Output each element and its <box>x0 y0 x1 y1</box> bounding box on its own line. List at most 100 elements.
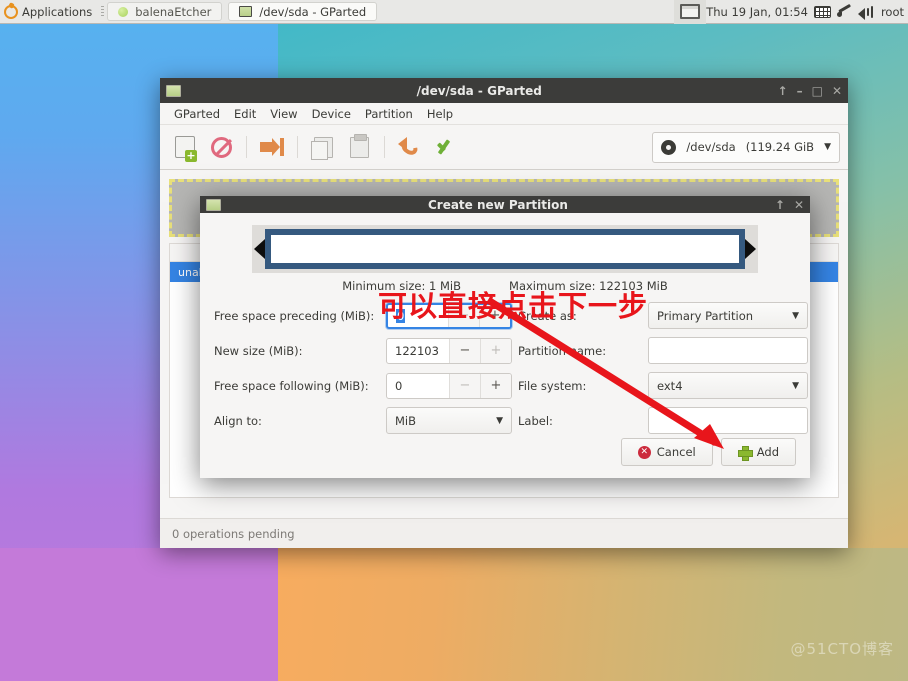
minimize-button[interactable]: – <box>797 85 803 97</box>
chevron-down-icon: ▼ <box>824 142 831 152</box>
applications-label: Applications <box>22 4 93 19</box>
taskbar-label: balenaEtcher <box>135 4 212 19</box>
align-to-label: Align to: <box>214 413 262 428</box>
show-desktop-button[interactable] <box>674 0 707 24</box>
window-icon <box>239 6 253 17</box>
new-partition-icon <box>175 136 197 162</box>
chevron-down-icon: ▼ <box>496 415 503 426</box>
menu-view[interactable]: View <box>264 105 303 123</box>
apply-icon <box>435 137 457 157</box>
dialog-actions: ✕ Cancel Add <box>200 438 810 478</box>
free-following-minus-button[interactable]: − <box>449 373 480 398</box>
partition-resize-widget[interactable] <box>252 225 758 273</box>
free-following-value: 0 <box>395 378 403 393</box>
add-label: Add <box>756 445 779 459</box>
delete-partition-icon <box>210 136 232 158</box>
dialog-body: Minimum size: 1 MiB Maximum size: 122103… <box>200 213 810 438</box>
dialog-title: Create new Partition <box>427 197 568 212</box>
align-to-value: MiB <box>395 413 417 428</box>
toolbar-divider <box>297 136 298 158</box>
partition-name-label: Partition name: <box>518 343 607 358</box>
network-icon[interactable] <box>836 5 852 18</box>
close-button[interactable]: ✕ <box>832 85 842 97</box>
green-dot-icon <box>118 6 129 17</box>
free-following-plus-button[interactable]: + <box>480 373 511 398</box>
new-size-stepper[interactable]: 122103 − + <box>386 337 512 364</box>
shade-button[interactable]: ↑ <box>775 199 785 211</box>
create-partition-dialog: Create new Partition ↑ ✕ Minimum size: 1… <box>200 196 810 478</box>
applications-menu[interactable]: Applications <box>0 0 98 23</box>
free-preceding-plus-button[interactable]: + <box>479 304 510 327</box>
resize-left-arrow-icon[interactable] <box>254 239 265 259</box>
device-selector[interactable]: /dev/sda (119.24 GiB ▼ <box>652 131 840 163</box>
toolbar-divider <box>246 136 247 158</box>
copy-button[interactable] <box>306 130 340 164</box>
add-button[interactable]: Add <box>720 438 796 466</box>
partition-label-input[interactable] <box>648 407 808 434</box>
partition-name-input[interactable] <box>648 337 808 364</box>
gparted-menubar: GParted Edit View Device Partition Help <box>160 103 848 125</box>
clock[interactable]: Thu 19 Jan, 01:54 <box>706 5 808 19</box>
menu-gparted[interactable]: GParted <box>168 105 226 123</box>
free-following-stepper[interactable]: 0 − + <box>386 372 512 399</box>
taskbar-item-gparted[interactable]: /dev/sda - GParted <box>228 2 378 21</box>
chevron-down-icon: ▼ <box>792 380 799 391</box>
paste-icon <box>349 133 369 158</box>
new-size-plus-button[interactable]: + <box>480 338 511 363</box>
partition-size-bar[interactable] <box>265 229 745 269</box>
paste-button[interactable] <box>342 130 376 164</box>
cancel-button[interactable]: ✕ Cancel <box>620 438 713 466</box>
partition-label-label: Label: <box>518 413 553 428</box>
undo-icon <box>398 137 422 158</box>
maximum-size-label: Maximum size: 122103 MiB <box>509 279 668 293</box>
file-system-value: ext4 <box>657 378 683 393</box>
create-as-select[interactable]: Primary Partition ▼ <box>648 302 808 329</box>
disk-icon <box>661 139 677 155</box>
user-menu[interactable]: root <box>881 5 904 19</box>
keyboard-icon[interactable] <box>813 5 831 18</box>
gparted-titlebar[interactable]: /dev/sda - GParted ↑ – □ ✕ <box>160 78 848 103</box>
apply-button[interactable] <box>429 130 463 164</box>
size-limits: Minimum size: 1 MiB Maximum size: 122103… <box>214 279 796 293</box>
gparted-toolbar: /dev/sda (119.24 GiB ▼ <box>160 125 848 170</box>
close-button[interactable]: ✕ <box>794 199 804 211</box>
file-system-label: File system: <box>518 378 587 393</box>
menu-partition[interactable]: Partition <box>359 105 419 123</box>
status-bar: 0 operations pending <box>160 518 848 548</box>
wallpaper-bottom-left <box>0 548 278 681</box>
watermark: @51CTO博客 <box>790 640 894 658</box>
free-preceding-value: 0 <box>396 308 406 323</box>
device-size: (119.24 GiB <box>745 140 815 154</box>
resize-right-arrow-icon[interactable] <box>745 239 756 259</box>
menu-device[interactable]: Device <box>306 105 357 123</box>
top-panel: Applications balenaEtcher /dev/sda - GPa… <box>0 0 908 24</box>
new-size-label: New size (MiB): <box>214 343 303 358</box>
volume-icon[interactable] <box>857 5 875 20</box>
dialog-form: Free space preceding (MiB): 0 − + Create… <box>214 298 808 438</box>
undo-button[interactable] <box>393 130 427 164</box>
dialog-app-icon <box>206 198 221 211</box>
taskbar-item-balenaetcher[interactable]: balenaEtcher <box>107 2 223 21</box>
wallpaper-bottom-right <box>278 548 908 681</box>
menu-edit[interactable]: Edit <box>228 105 262 123</box>
create-as-value: Primary Partition <box>657 308 754 323</box>
free-preceding-label: Free space preceding (MiB): <box>214 308 375 323</box>
resize-move-button[interactable] <box>255 130 289 164</box>
gparted-title: /dev/sda - GParted <box>416 83 542 98</box>
chevron-down-icon: ▼ <box>792 310 799 321</box>
free-preceding-minus-button[interactable]: − <box>448 304 479 327</box>
maximize-button[interactable]: □ <box>812 85 823 97</box>
new-size-value: 122103 <box>395 343 439 358</box>
menu-help[interactable]: Help <box>421 105 459 123</box>
free-preceding-stepper[interactable]: 0 − + <box>386 302 512 329</box>
plus-icon <box>737 445 753 461</box>
new-size-minus-button[interactable]: − <box>449 338 480 363</box>
new-partition-button[interactable] <box>168 130 202 164</box>
dialog-titlebar[interactable]: Create new Partition ↑ ✕ <box>200 196 810 213</box>
delete-partition-button[interactable] <box>204 130 238 164</box>
free-following-label: Free space following (MiB): <box>214 378 369 393</box>
file-system-select[interactable]: ext4 ▼ <box>648 372 808 399</box>
shade-button[interactable]: ↑ <box>778 85 788 97</box>
distro-logo-icon <box>4 4 18 19</box>
align-to-select[interactable]: MiB ▼ <box>386 407 512 434</box>
